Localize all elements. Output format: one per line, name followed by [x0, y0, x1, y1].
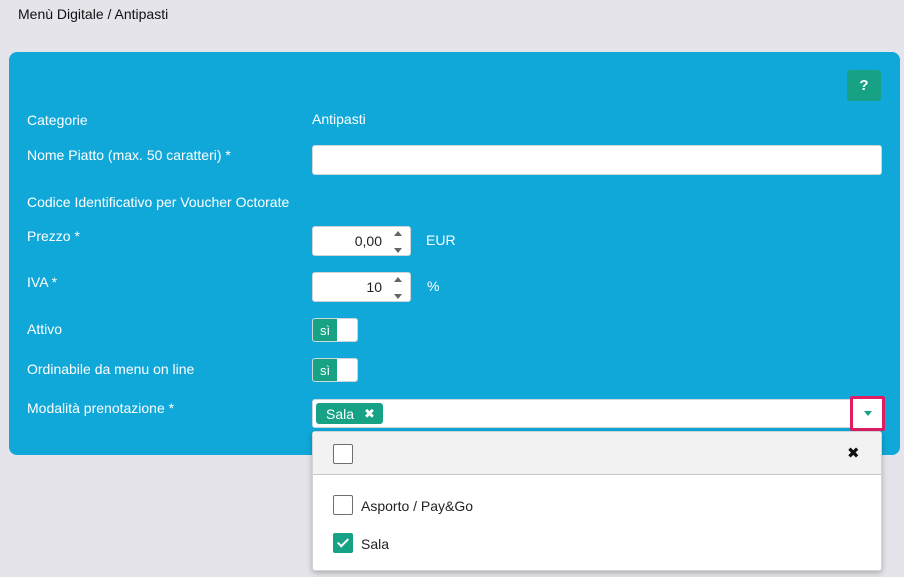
- spin-down-icon[interactable]: [394, 294, 402, 299]
- selected-tag: Sala ✖: [316, 403, 383, 424]
- active-toggle-on: sì: [313, 319, 337, 341]
- price-label: Prezzo *: [27, 228, 80, 244]
- dropdown-toggle-button[interactable]: [850, 396, 885, 431]
- vat-input[interactable]: 10: [312, 272, 411, 302]
- breadcrumb: Menù Digitale / Antipasti: [18, 6, 169, 22]
- category-label: Categorie: [27, 112, 88, 128]
- selected-tag-label: Sala: [326, 405, 355, 422]
- close-icon[interactable]: ✖: [847, 444, 860, 462]
- category-value: Antipasti: [312, 111, 366, 127]
- booking-mode-label: Modalità prenotazione *: [27, 400, 175, 416]
- top-bar: Menù Digitale / Antipasti: [0, 0, 904, 30]
- voucher-code-label: Codice Identificativo per Voucher Octora…: [27, 194, 290, 210]
- dish-name-input[interactable]: [312, 145, 882, 175]
- vat-spinner[interactable]: [392, 277, 404, 299]
- spin-down-icon[interactable]: [394, 248, 402, 253]
- price-value: 0,00: [354, 233, 382, 249]
- spin-up-icon[interactable]: [394, 231, 402, 236]
- price-input[interactable]: 0,00: [312, 226, 411, 256]
- option-label-asporto[interactable]: Asporto / Pay&Go: [361, 498, 473, 514]
- price-spinner[interactable]: [392, 231, 404, 253]
- select-all-checkbox[interactable]: [333, 444, 353, 464]
- vat-label: IVA *: [27, 274, 58, 290]
- orderable-label: Ordinabile da menu on line: [27, 361, 195, 377]
- dropdown-menu: ✖ Asporto / Pay&Go Sala: [312, 431, 882, 571]
- dropdown-header: ✖: [313, 432, 881, 475]
- active-label: Attivo: [27, 321, 63, 337]
- chevron-down-icon: [863, 411, 872, 416]
- help-button[interactable]: ?: [847, 70, 881, 101]
- option-label-sala[interactable]: Sala: [361, 536, 389, 552]
- form-panel: [9, 52, 900, 455]
- remove-tag-icon[interactable]: ✖: [364, 406, 375, 422]
- check-icon: [336, 535, 350, 548]
- booking-mode-select[interactable]: Sala ✖: [312, 399, 882, 428]
- active-toggle[interactable]: sì: [312, 318, 358, 342]
- vat-unit: %: [427, 278, 440, 294]
- price-unit: EUR: [426, 232, 456, 248]
- orderable-toggle[interactable]: sì: [312, 358, 358, 382]
- dish-name-label: Nome Piatto (max. 50 caratteri) *: [27, 147, 231, 163]
- option-checkbox-asporto[interactable]: [333, 495, 353, 515]
- option-checkbox-sala[interactable]: [333, 533, 353, 553]
- orderable-toggle-on: sì: [313, 359, 337, 381]
- vat-value: 10: [366, 279, 382, 295]
- spin-up-icon[interactable]: [394, 277, 402, 282]
